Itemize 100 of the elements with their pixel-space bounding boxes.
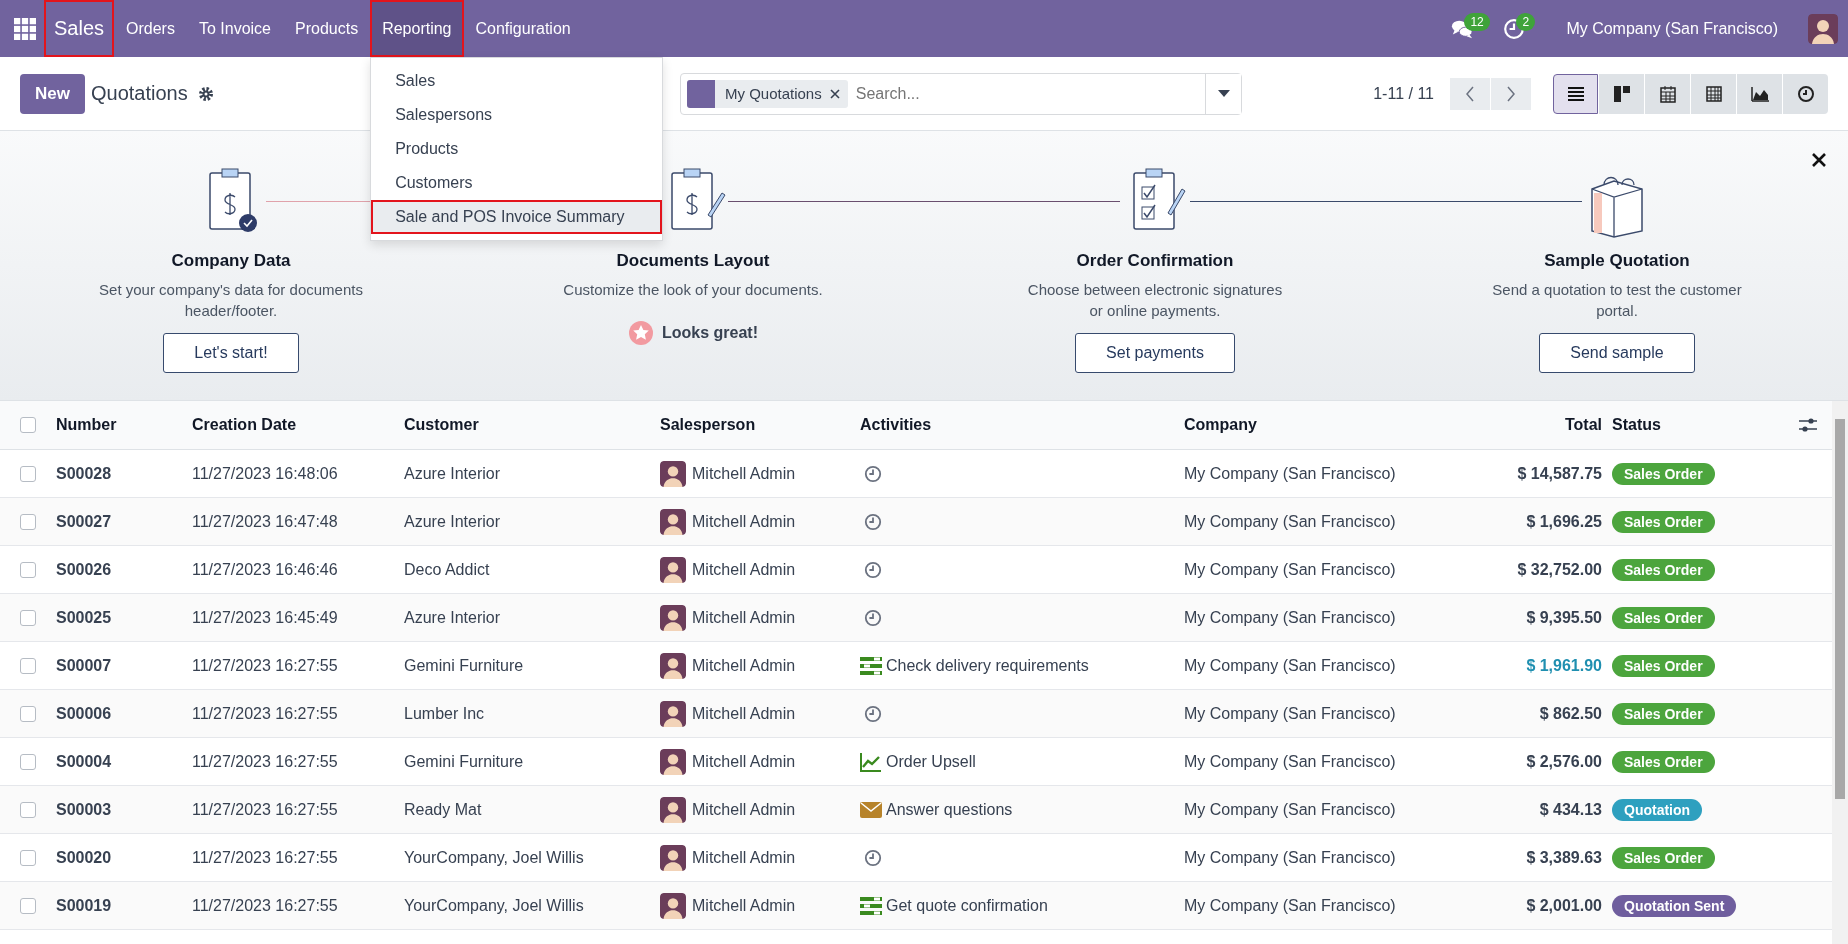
row-checkbox[interactable] — [20, 561, 36, 578]
view-button[interactable] — [1691, 73, 1736, 114]
dropdown-toggle[interactable] — [1205, 73, 1241, 114]
close-icon[interactable] — [1812, 153, 1826, 167]
row-checkbox[interactable] — [20, 849, 36, 866]
scrollbar[interactable] — [1832, 401, 1848, 944]
column-header[interactable]: Company — [1184, 416, 1448, 434]
order-total: $ 2,001.00 — [1525, 896, 1603, 915]
company-name: My Company (San Francisco) — [1184, 704, 1397, 723]
row-checkbox[interactable] — [20, 897, 36, 914]
order-total: $ 9,395.50 — [1525, 608, 1603, 627]
step-title: Order Confirmation — [1076, 251, 1234, 271]
creation-date: 11/27/2023 16:27:55 — [192, 656, 339, 675]
view-button[interactable] — [1737, 73, 1782, 114]
activity-summary: Answer questions — [886, 800, 1013, 819]
row-checkbox[interactable] — [20, 513, 36, 530]
step-button[interactable]: Send sample — [1539, 333, 1695, 373]
column-header[interactable]: Status — [1612, 416, 1661, 434]
menu-item[interactable]: Salespersons — [371, 98, 663, 132]
column-header[interactable]: Customer — [404, 416, 660, 434]
column-header[interactable]: Creation Date — [192, 416, 404, 434]
view-button[interactable] — [1645, 73, 1690, 114]
row-checkbox[interactable] — [20, 657, 36, 674]
avatar-icon — [660, 508, 686, 535]
order-total: $ 2,576.00 — [1525, 752, 1603, 771]
company-name: My Company (San Francisco) — [1184, 848, 1397, 867]
view-button[interactable] — [1553, 73, 1598, 114]
creation-date: 11/27/2023 16:45:49 — [192, 608, 339, 627]
menu-link[interactable]: Reporting — [370, 0, 464, 57]
creation-date: 11/27/2023 16:47:48 — [192, 512, 339, 531]
column-header[interactable]: Number — [56, 416, 192, 434]
company-name: My Company (San Francisco) — [1184, 512, 1397, 531]
step-button[interactable]: Set payments — [1075, 333, 1235, 373]
avatar-icon — [660, 700, 686, 727]
menu-item[interactable]: Customers — [371, 166, 663, 200]
avatar-icon[interactable] — [1808, 13, 1838, 44]
calendar-icon — [1658, 84, 1677, 103]
creation-date: 11/27/2023 16:27:55 — [192, 704, 339, 723]
company-name: My Company (San Francisco) — [1184, 464, 1397, 483]
clock-icon[interactable] — [864, 512, 882, 531]
chevron-left-icon — [1464, 84, 1476, 103]
row-checkbox[interactable] — [20, 465, 36, 482]
column-header[interactable]: Activities — [860, 416, 1184, 434]
company-name: My Company (San Francisco) — [1184, 800, 1397, 819]
clock-icon[interactable] — [864, 704, 882, 723]
menu-link[interactable]: Orders — [114, 0, 187, 57]
column-header[interactable]: Salesperson — [660, 416, 860, 434]
column-header[interactable]: Total — [1448, 416, 1612, 434]
list-icon[interactable] — [860, 655, 882, 676]
clock-icon[interactable] — [864, 560, 882, 579]
order-number: S00006 — [56, 704, 113, 723]
step-description: Choose between electronic signatures or online payments. — [1027, 280, 1283, 321]
company-switcher[interactable]: My Company (San Francisco) — [1554, 0, 1790, 57]
menu-item[interactable]: Products — [371, 132, 663, 166]
row-checkbox[interactable] — [20, 609, 36, 626]
creation-date: 11/27/2023 16:48:06 — [192, 464, 339, 483]
company-name: My Company (San Francisco) — [1184, 656, 1397, 675]
step-button[interactable]: Let's start! — [163, 333, 299, 373]
salesperson-name: Mitchell Admin — [692, 752, 796, 771]
sliders-icon[interactable] — [1798, 416, 1818, 434]
view-button[interactable] — [1599, 73, 1644, 114]
row-checkbox[interactable] — [20, 753, 36, 770]
view-button[interactable] — [1783, 73, 1828, 114]
clock-icon[interactable] — [864, 464, 882, 483]
row-checkbox[interactable] — [20, 801, 36, 818]
clock-icon[interactable] — [864, 848, 882, 867]
salesperson-name: Mitchell Admin — [692, 608, 796, 627]
order-number: S00026 — [56, 560, 113, 579]
creation-date: 11/27/2023 16:27:55 — [192, 848, 339, 867]
avatar-icon — [660, 844, 686, 871]
status-badge: Sales Order — [1612, 462, 1715, 485]
list-icon[interactable] — [860, 895, 882, 916]
menu-link[interactable]: Configuration — [463, 0, 583, 57]
step-title: Sample Quotation — [1544, 251, 1690, 271]
menu-link[interactable]: Products — [283, 0, 371, 57]
select-all-checkbox[interactable] — [20, 417, 36, 433]
activity-summary: Check delivery requirements — [886, 656, 1089, 675]
order-total: $ 14,587.75 — [1516, 464, 1603, 483]
search-field[interactable]: My Quotations Search... — [680, 72, 1242, 115]
customer-name: YourCompany, Joel Willis — [404, 848, 585, 867]
envelope-icon[interactable] — [860, 799, 882, 820]
company-name: My Company (San Francisco) — [1184, 608, 1397, 627]
step-description: Customize the look of your documents. — [563, 280, 823, 300]
menu-link[interactable]: To Invoice — [186, 0, 283, 57]
status-badge: Sales Order — [1612, 510, 1715, 533]
step-title: Company Data — [171, 251, 291, 271]
new-button[interactable]: New — [20, 73, 85, 114]
close-icon[interactable] — [829, 88, 840, 99]
salesperson-name: Mitchell Admin — [692, 656, 796, 675]
clock-icon[interactable] — [864, 608, 882, 627]
app-name-link[interactable]: Sales — [44, 0, 115, 57]
menu-item[interactable]: Sale and POS Invoice Summary — [371, 200, 663, 234]
menu-item[interactable]: Sales — [371, 64, 663, 98]
row-checkbox[interactable] — [20, 705, 36, 722]
app-grid-icon[interactable] — [14, 17, 36, 40]
avatar-icon — [660, 796, 686, 823]
area-chart-icon — [1750, 84, 1769, 103]
line-chart-icon[interactable] — [860, 751, 882, 772]
filter-facet[interactable]: My Quotations — [687, 79, 848, 108]
activity-summary: Get quote confirmation — [886, 896, 1048, 915]
